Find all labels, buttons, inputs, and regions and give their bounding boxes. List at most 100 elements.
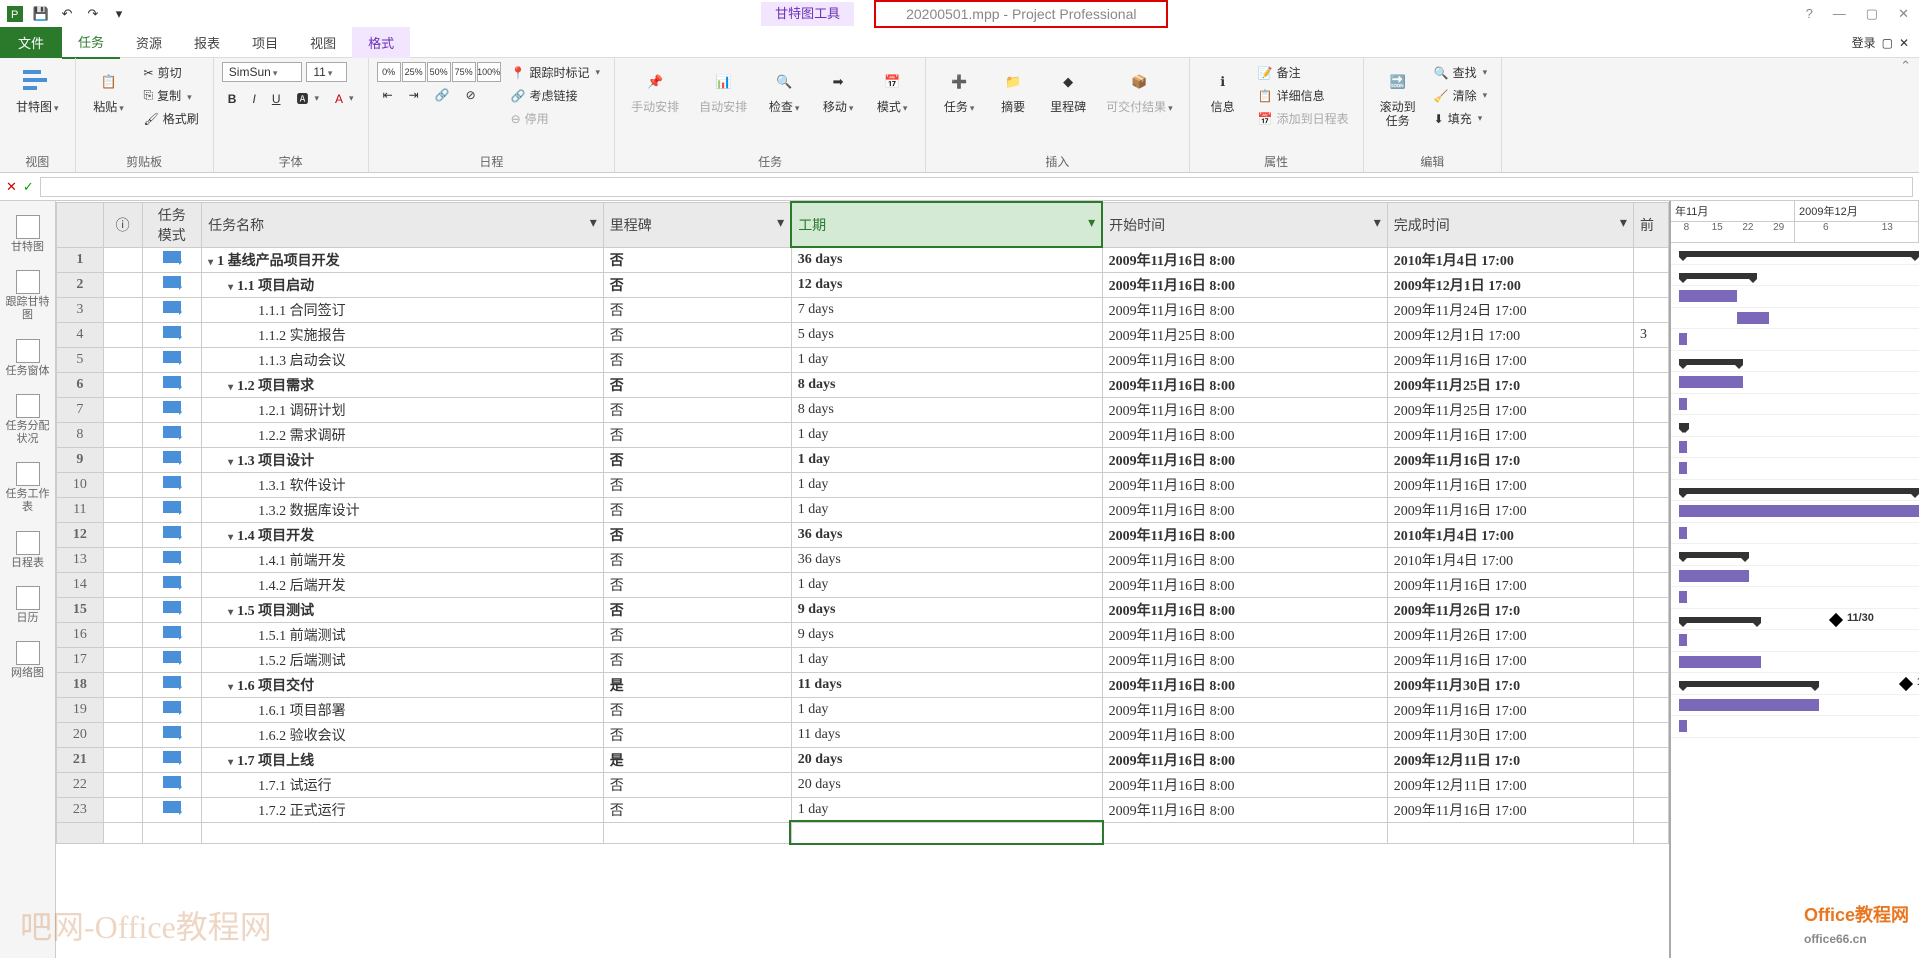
milestone-cell[interactable]: 否 (603, 522, 791, 547)
gantt-row[interactable] (1671, 501, 1919, 523)
task-row[interactable]: 201.6.2 验收会议否11 days2009年11月16日 8:002009… (57, 722, 1669, 747)
name-cell[interactable]: 1.5 项目测试 (202, 597, 604, 622)
milestone-cell[interactable]: 否 (603, 647, 791, 672)
mode-cell[interactable] (142, 672, 202, 697)
gantt-bar[interactable] (1679, 720, 1687, 732)
indicator-cell[interactable] (103, 772, 142, 797)
name-cell[interactable]: 1.1 项目启动 (202, 272, 604, 297)
milestone-cell[interactable]: 否 (603, 722, 791, 747)
pred-cell[interactable] (1633, 447, 1668, 472)
gantt-view-button[interactable]: 甘特图 (8, 62, 67, 118)
finish-cell[interactable]: 2009年11月25日 17:0 (1387, 372, 1633, 397)
mode-cell[interactable] (142, 697, 202, 722)
gantt-row[interactable]: 12 (1671, 673, 1919, 695)
name-cell[interactable]: 1.2.1 调研计划 (202, 397, 604, 422)
mode-cell[interactable] (142, 447, 202, 472)
duration-cell[interactable]: 1 day (791, 797, 1102, 822)
mode-cell[interactable] (142, 497, 202, 522)
name-cell[interactable]: 1.3.2 数据库设计 (202, 497, 604, 522)
gantt-row[interactable] (1671, 630, 1919, 652)
pred-cell[interactable] (1633, 622, 1668, 647)
duration-cell[interactable]: 11 days (791, 672, 1102, 697)
gantt-row[interactable] (1671, 695, 1919, 717)
row-number[interactable]: 8 (57, 422, 104, 447)
pred-cell[interactable] (1633, 797, 1668, 822)
font-color-button[interactable]: A (329, 90, 360, 108)
select-all-cell[interactable] (57, 202, 104, 247)
name-cell[interactable]: 1.3 项目设计 (202, 447, 604, 472)
row-number[interactable]: 9 (57, 447, 104, 472)
indicator-cell[interactable] (103, 297, 142, 322)
pct-100[interactable]: 100% (477, 62, 501, 82)
name-cell[interactable]: 1.6 项目交付 (202, 672, 604, 697)
details-button[interactable]: 📋详细信息 (1252, 85, 1355, 106)
duration-cell[interactable]: 20 days (791, 772, 1102, 797)
gantt-bar[interactable] (1679, 333, 1687, 345)
deactivate-button[interactable]: ⊖停用 (505, 108, 607, 129)
task-row[interactable]: 141.4.2 后端开发否1 day2009年11月16日 8:002009年1… (57, 572, 1669, 597)
milestone-cell[interactable]: 否 (603, 622, 791, 647)
indicator-cell[interactable] (103, 247, 142, 272)
start-cell[interactable]: 2009年11月16日 8:00 (1102, 647, 1387, 672)
mode-cell[interactable] (142, 797, 202, 822)
finish-cell[interactable]: 2009年11月16日 17:00 (1387, 572, 1633, 597)
row-number[interactable]: 6 (57, 372, 104, 397)
inspect-button[interactable]: 🔍检查 (759, 62, 809, 118)
finish-cell[interactable]: 2010年1月4日 17:00 (1387, 547, 1633, 572)
view-item-4[interactable]: 任务工作表 (0, 456, 55, 520)
row-number[interactable]: 14 (57, 572, 104, 597)
milestone-cell[interactable]: 否 (603, 372, 791, 397)
task-row[interactable]: 71.2.1 调研计划否8 days2009年11月16日 8:002009年1… (57, 397, 1669, 422)
row-number[interactable]: 10 (57, 472, 104, 497)
gantt-bar[interactable] (1679, 617, 1761, 623)
task-row[interactable]: 31.1.1 合同签订否7 days2009年11月16日 8:002009年1… (57, 297, 1669, 322)
link-button[interactable]: 🔗 (429, 86, 456, 104)
gantt-bar[interactable] (1679, 681, 1819, 687)
view-item-0[interactable]: 甘特图 (9, 209, 46, 260)
font-name-select[interactable]: SimSun (222, 62, 303, 82)
restore-icon[interactable]: ▢ (1860, 6, 1884, 22)
pred-cell[interactable] (1633, 647, 1668, 672)
col-milestone[interactable]: 里程碑 ▾ (603, 202, 791, 247)
indicator-cell[interactable] (103, 722, 142, 747)
pct-75[interactable]: 75% (452, 62, 476, 82)
pred-cell[interactable] (1633, 772, 1668, 797)
finish-cell[interactable]: 2009年11月16日 17:0 (1387, 447, 1633, 472)
task-row[interactable]: 181.6 项目交付是11 days2009年11月16日 8:002009年1… (57, 672, 1669, 697)
task-row[interactable]: 211.7 项目上线是20 days2009年11月16日 8:002009年1… (57, 747, 1669, 772)
finish-cell[interactable]: 2009年11月25日 17:00 (1387, 397, 1633, 422)
gantt-row[interactable] (1671, 652, 1919, 674)
start-cell[interactable]: 2009年11月16日 8:00 (1102, 797, 1387, 822)
duration-cell[interactable]: 1 day (791, 422, 1102, 447)
mode-cell[interactable] (142, 547, 202, 572)
duration-cell[interactable]: 1 day (791, 472, 1102, 497)
clear-button[interactable]: 🧹清除 (1428, 85, 1494, 106)
gantt-bar[interactable] (1679, 441, 1687, 453)
start-cell[interactable]: 2009年11月16日 8:00 (1102, 547, 1387, 572)
entry-input[interactable] (40, 177, 1913, 197)
gantt-row[interactable] (1671, 587, 1919, 609)
gantt-row[interactable] (1671, 415, 1919, 437)
mode-cell[interactable] (142, 772, 202, 797)
row-number[interactable]: 7 (57, 397, 104, 422)
pred-cell[interactable] (1633, 747, 1668, 772)
mode-cell[interactable] (142, 422, 202, 447)
redo-icon[interactable]: ↷ (82, 3, 104, 25)
gantt-bar[interactable] (1679, 634, 1687, 646)
gantt-bar[interactable] (1679, 527, 1687, 539)
pred-cell[interactable] (1633, 472, 1668, 497)
row-number[interactable]: 3 (57, 297, 104, 322)
view-item-7[interactable]: 网络图 (9, 635, 46, 686)
fill-button[interactable]: ⬇填充 (1428, 108, 1494, 129)
mode-cell[interactable] (142, 597, 202, 622)
milestone-cell[interactable]: 否 (603, 322, 791, 347)
milestone-cell[interactable]: 否 (603, 272, 791, 297)
name-cell[interactable]: 1.1.1 合同签订 (202, 297, 604, 322)
accept-entry-icon[interactable]: ✓ (23, 179, 34, 195)
task-row[interactable]: 161.5.1 前端测试否9 days2009年11月16日 8:002009年… (57, 622, 1669, 647)
duration-cell[interactable]: 9 days (791, 597, 1102, 622)
gantt-bar[interactable] (1737, 312, 1769, 324)
milestone-cell[interactable]: 否 (603, 797, 791, 822)
gantt-bar[interactable] (1679, 376, 1743, 388)
tab-report[interactable]: 报表 (178, 27, 236, 58)
